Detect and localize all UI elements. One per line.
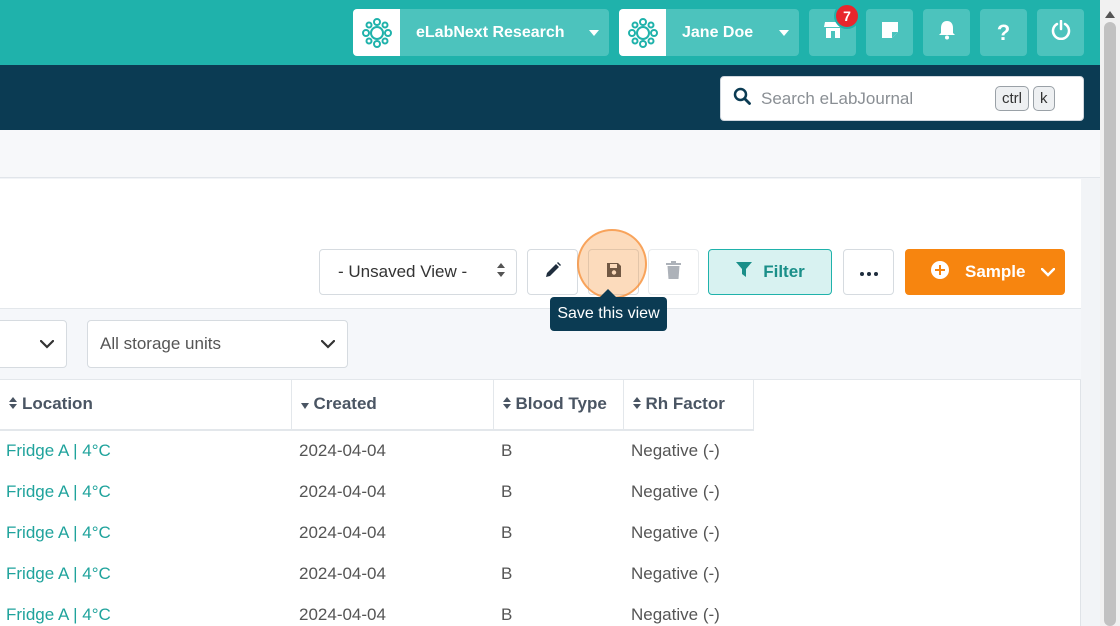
location-link[interactable]: Fridge A | 4°C <box>0 553 291 594</box>
sort-desc-icon <box>300 395 310 415</box>
power-icon <box>1051 19 1071 45</box>
rh-factor-cell: Negative (-) <box>631 522 720 542</box>
sort-both-icon <box>632 395 642 415</box>
table-header-row: Location Created Blood Type Rh Factor <box>0 380 754 431</box>
search-input[interactable] <box>761 88 991 109</box>
chevron-down-icon <box>769 29 799 37</box>
created-cell: 2024-04-04 <box>299 604 386 624</box>
user-menu-button[interactable]: Jane Doe <box>619 9 799 56</box>
logout-button[interactable] <box>1037 9 1084 56</box>
created-cell: 2024-04-04 <box>299 481 386 501</box>
chevron-down-icon <box>1041 267 1055 277</box>
help-button[interactable]: ? <box>980 9 1027 56</box>
samples-panel: - Unsaved View - Filter Sample All stora… <box>0 179 1081 626</box>
blood-type-cell: B <box>501 522 513 542</box>
delete-view-button[interactable] <box>648 249 699 295</box>
created-cell: 2024-04-04 <box>299 563 386 583</box>
sort-both-icon <box>8 395 18 415</box>
blood-type-cell: B <box>501 563 513 583</box>
category-dropdown[interactable] <box>0 320 67 368</box>
table-row[interactable]: Fridge A | 4°C 2024-04-04 B Negative (-) <box>0 594 753 626</box>
created-cell: 2024-04-04 <box>299 441 386 460</box>
pencil-icon <box>544 261 562 284</box>
view-select-value: - Unsaved View - <box>338 262 468 281</box>
filter-label: Filter <box>763 262 805 281</box>
rh-factor-cell: Negative (-) <box>631 441 720 460</box>
chevron-down-icon <box>579 29 609 37</box>
sample-label: Sample <box>965 262 1026 281</box>
location-link[interactable]: Fridge A | 4°C <box>0 430 291 471</box>
trash-icon <box>666 260 681 284</box>
edit-view-button[interactable] <box>527 249 578 295</box>
elab-logo-icon <box>353 9 400 56</box>
marketplace-button[interactable]: 7 <box>809 3 860 56</box>
samples-table: Location Created Blood Type Rh Factor Fr… <box>0 380 754 626</box>
location-link[interactable]: Fridge A | 4°C <box>0 471 291 512</box>
notes-icon <box>881 21 899 44</box>
sort-updown-icon <box>496 262 506 283</box>
user-name: Jane Doe <box>682 23 754 41</box>
marketplace-badge: 7 <box>834 3 860 29</box>
floppy-disk-icon <box>606 262 622 283</box>
plus-circle-icon <box>931 260 949 284</box>
add-sample-button[interactable]: Sample <box>905 249 1065 295</box>
storage-units-value: All storage units <box>100 334 221 353</box>
blood-type-cell: B <box>501 481 513 501</box>
search-box[interactable]: ctrl k <box>720 76 1084 121</box>
chevron-down-icon <box>320 334 336 354</box>
view-select[interactable]: - Unsaved View - <box>319 249 517 295</box>
nav-bar: ctrl k <box>0 65 1100 130</box>
org-name: eLabNext Research <box>416 23 565 41</box>
rh-factor-cell: Negative (-) <box>631 481 720 501</box>
scrollbar-thumb[interactable] <box>1104 22 1116 626</box>
view-toolbar: - Unsaved View - Filter Sample <box>0 179 1081 309</box>
notes-button[interactable] <box>866 9 913 56</box>
bell-icon <box>938 20 956 45</box>
shortcut-ctrl-key: ctrl <box>995 86 1029 111</box>
table-row[interactable]: Fridge A | 4°C 2024-04-04 B Negative (-) <box>0 471 753 512</box>
filter-row: All storage units <box>0 309 1081 380</box>
column-header-location[interactable]: Location <box>0 380 292 431</box>
notifications-button[interactable] <box>923 9 970 56</box>
search-icon <box>733 87 751 110</box>
sort-both-icon <box>502 395 512 415</box>
blood-type-cell: B <box>501 441 513 460</box>
shortcut-k-key: k <box>1033 86 1055 111</box>
storage-units-dropdown[interactable]: All storage units <box>87 320 348 368</box>
save-view-tooltip: Save this view <box>550 289 667 331</box>
breadcrumb-bar <box>0 130 1100 178</box>
created-cell: 2024-04-04 <box>299 522 386 542</box>
more-options-button[interactable] <box>843 249 894 295</box>
location-link[interactable]: Fridge A | 4°C <box>0 512 291 553</box>
location-link[interactable]: Fridge A | 4°C <box>0 594 291 626</box>
column-header-blood-type[interactable]: Blood Type <box>493 380 624 431</box>
table-row[interactable]: Fridge A | 4°C 2024-04-04 B Negative (-) <box>0 553 753 594</box>
filter-button[interactable]: Filter <box>708 249 832 295</box>
column-header-created[interactable]: Created <box>291 380 494 431</box>
page-scrollbar[interactable] <box>1100 0 1120 626</box>
help-icon: ? <box>996 19 1011 45</box>
funnel-icon <box>735 261 753 284</box>
rh-factor-cell: Negative (-) <box>631 604 720 624</box>
chevron-down-icon <box>39 334 55 354</box>
user-avatar-icon <box>619 9 666 56</box>
scroll-up-icon[interactable] <box>1105 5 1115 23</box>
org-switcher-button[interactable]: eLabNext Research <box>353 9 609 56</box>
ellipsis-icon <box>859 263 878 281</box>
table-row[interactable]: Fridge A | 4°C 2024-04-04 B Negative (-) <box>0 512 753 553</box>
blood-type-cell: B <box>501 604 513 624</box>
rh-factor-cell: Negative (-) <box>631 563 720 583</box>
top-bar: eLabNext Research Jane Doe 7 ? <box>0 0 1100 65</box>
table-row[interactable]: Fridge A | 4°C 2024-04-04 B Negative (-) <box>0 430 753 471</box>
column-header-rh-factor[interactable]: Rh Factor <box>623 380 754 431</box>
